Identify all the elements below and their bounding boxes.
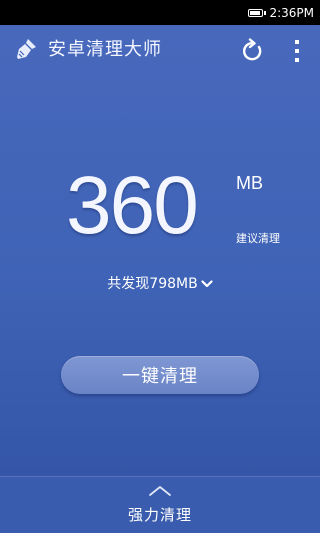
suggest-clean-label: 建议清理 (236, 232, 280, 245)
battery-icon (248, 8, 267, 17)
junk-size-number: 360 (66, 160, 199, 251)
main-panel: 安卓清理大师 360 MB 建议清理 共发现798MB 一键清理 (0, 25, 320, 476)
size-unit: MB (236, 173, 263, 193)
found-summary[interactable]: 共发现798MB (0, 273, 320, 293)
one-click-clean-button[interactable]: 一键清理 (61, 356, 259, 394)
more-vertical-icon[interactable] (289, 37, 305, 65)
app-title: 安卓清理大师 (48, 39, 162, 60)
chevron-up-icon (149, 486, 171, 496)
refresh-icon[interactable] (239, 37, 267, 65)
broom-icon (17, 39, 36, 59)
power-clean-label: 强力清理 (127, 506, 192, 524)
status-bar: 2:36PM (0, 0, 320, 25)
found-label: 共发现798MB (107, 276, 198, 292)
chevron-down-icon (201, 280, 213, 288)
app-bar: 安卓清理大师 (0, 25, 320, 75)
bottom-panel[interactable]: 强力清理 (0, 476, 320, 533)
status-time: 2:36PM (269, 5, 314, 20)
